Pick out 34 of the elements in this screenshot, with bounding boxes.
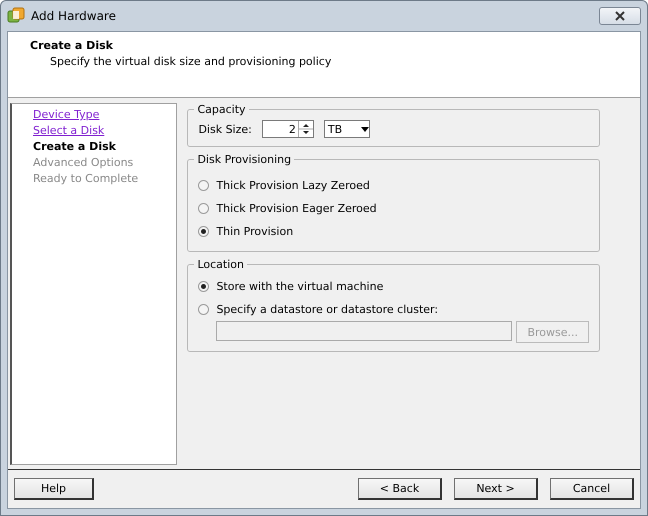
help-button[interactable]: Help bbox=[14, 478, 94, 500]
step-label: Ready to Complete bbox=[33, 172, 138, 186]
step-label: Create a Disk bbox=[33, 140, 116, 154]
radio-label[interactable]: Thin Provision bbox=[216, 225, 294, 238]
step-label: Advanced Options bbox=[33, 156, 134, 170]
radio-label[interactable]: Specify a datastore or datastore cluster: bbox=[216, 303, 438, 316]
back-button[interactable]: < Back bbox=[358, 478, 442, 500]
radio-label[interactable]: Store with the virtual machine bbox=[216, 280, 384, 293]
field-label: Disk Size: bbox=[198, 122, 252, 136]
radio-button[interactable] bbox=[198, 304, 210, 315]
radio-label[interactable]: Thick Provision Eager Zeroed bbox=[216, 202, 377, 215]
caret-icon bbox=[360, 126, 369, 132]
app-icon bbox=[7, 7, 25, 25]
cancel-button[interactable]: Cancel bbox=[550, 478, 634, 500]
radio-button[interactable] bbox=[198, 226, 210, 237]
radio-button[interactable] bbox=[198, 281, 210, 292]
group-title: Location bbox=[196, 258, 245, 271]
group-title: Capacity bbox=[196, 103, 247, 116]
spin-arrows-icon[interactable] bbox=[298, 121, 313, 137]
unit-dropdown[interactable]: TB bbox=[324, 120, 370, 138]
close-button[interactable] bbox=[599, 7, 641, 25]
step-link[interactable]: Device Type bbox=[33, 108, 100, 122]
radio-button[interactable] bbox=[198, 203, 210, 214]
radio-button[interactable] bbox=[198, 180, 210, 191]
window-title: Add Hardware bbox=[31, 9, 116, 23]
group-title: Disk Provisioning bbox=[196, 153, 292, 166]
datastore-field[interactable] bbox=[216, 321, 512, 341]
radio-label[interactable]: Thick Provision Lazy Zeroed bbox=[216, 179, 370, 192]
step-link[interactable]: Select a Disk bbox=[33, 124, 104, 138]
disk-size-spinner[interactable]: 2 bbox=[262, 120, 314, 138]
page-title: Create a Disk bbox=[30, 39, 114, 52]
close-icon bbox=[615, 11, 625, 21]
page-subtitle: Specify the virtual disk size and provisioning policy bbox=[50, 55, 332, 68]
next-button[interactable]: Next > bbox=[454, 478, 538, 500]
